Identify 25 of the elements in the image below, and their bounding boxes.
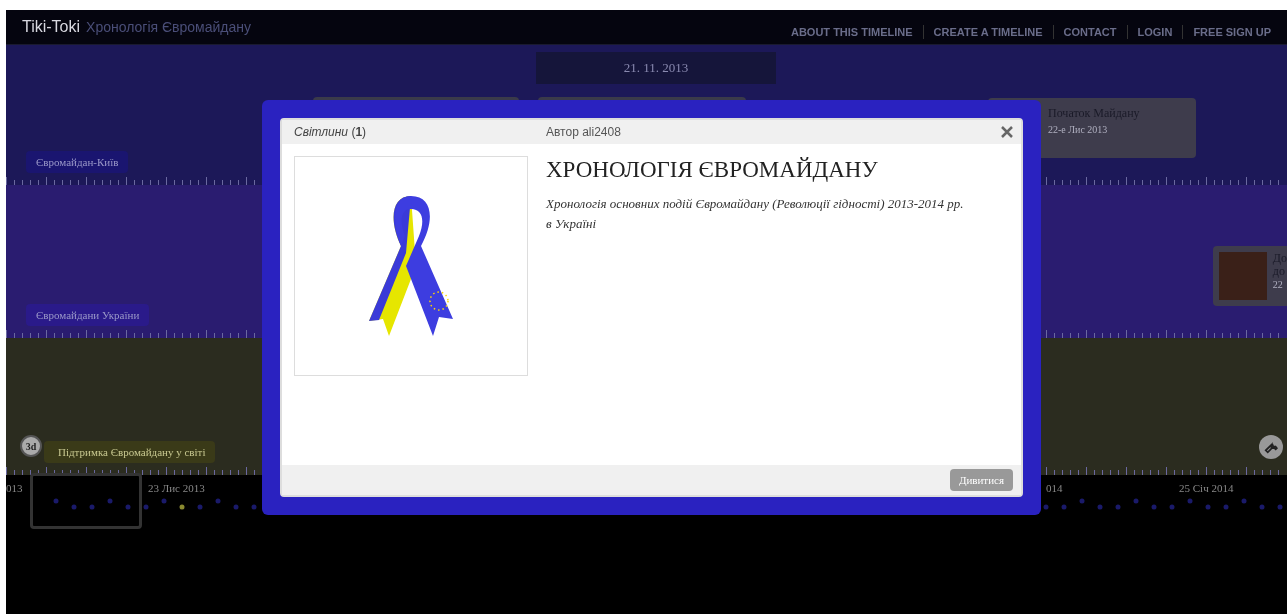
event-date: 22 [1272,278,1284,291]
date-pill: 21. 11. 2013 [536,52,776,84]
date-label: 23 Лис 2013 [148,481,205,496]
author-label: Автор ali2408 [546,124,621,141]
close-button[interactable] [999,124,1015,140]
nav-link[interactable]: LOGIN [1137,23,1173,41]
gallery-label[interactable]: Світлини (1) [294,123,546,141]
modal-description: Хронологія основних подій Євромайдану (Революції гідності) 2013-2014 рр. в Україні [546,195,965,233]
nav-link[interactable]: ABOUT THIS TIMELINE [790,23,913,41]
date-label: 013 [6,481,23,496]
track-label: Підтримка Євромайдану у світі [44,440,216,463]
date-label: 25 Січ 2014 [1179,481,1234,496]
view-button[interactable]: Дивитися [949,468,1013,492]
photo-placeholder [1219,252,1267,300]
track-label: Євромайдани України [26,303,150,326]
modal-title: ХРОНОЛОГІЯ ЄВРОМАЙДАНУ [546,156,879,184]
logo[interactable]: Tiki-Toki [22,15,81,39]
track-label: Євромайдан-Київ [26,150,129,173]
event-date: 22-е Лис 2013 [1048,123,1109,137]
nav-link[interactable]: FREE SIGN UP [1193,23,1271,41]
timeline-title: Хронологія Євромайдану [86,18,251,37]
nav-link[interactable]: CREATE A TIMELINE [933,23,1043,41]
date-label: 014 [1046,481,1063,496]
nav-link[interactable]: CONTACT [1063,23,1117,41]
close-icon [1001,126,1013,138]
